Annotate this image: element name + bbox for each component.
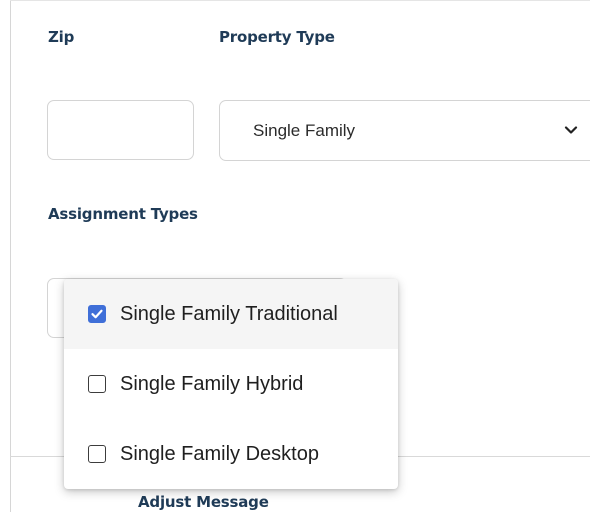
assignment-types-dropdown: Single Family Traditional Single Family … — [64, 279, 398, 489]
checkbox-single-family-hybrid[interactable] — [88, 375, 106, 393]
chevron-down-icon — [564, 126, 578, 134]
option-label: Single Family Hybrid — [120, 372, 304, 395]
option-single-family-hybrid[interactable]: Single Family Hybrid — [64, 349, 398, 419]
property-type-label: Property Type — [219, 28, 335, 46]
property-type-selected-value: Single Family — [253, 121, 356, 140]
assignment-types-label: Assignment Types — [48, 205, 198, 223]
checkbox-single-family-traditional[interactable] — [88, 305, 106, 323]
panel-top-border — [10, 0, 590, 1]
zip-label: Zip — [48, 28, 75, 46]
adjust-message-label: Adjust Message — [138, 493, 269, 511]
zip-input[interactable] — [47, 100, 194, 160]
option-single-family-desktop[interactable]: Single Family Desktop — [64, 419, 398, 489]
panel-left-border — [10, 0, 11, 512]
checkbox-single-family-desktop[interactable] — [88, 445, 106, 463]
option-label: Single Family Desktop — [120, 442, 319, 465]
option-label: Single Family Traditional — [120, 302, 338, 325]
property-type-select[interactable]: Single Family — [219, 100, 590, 161]
checkmark-icon — [91, 309, 103, 319]
option-single-family-traditional[interactable]: Single Family Traditional — [64, 279, 398, 349]
